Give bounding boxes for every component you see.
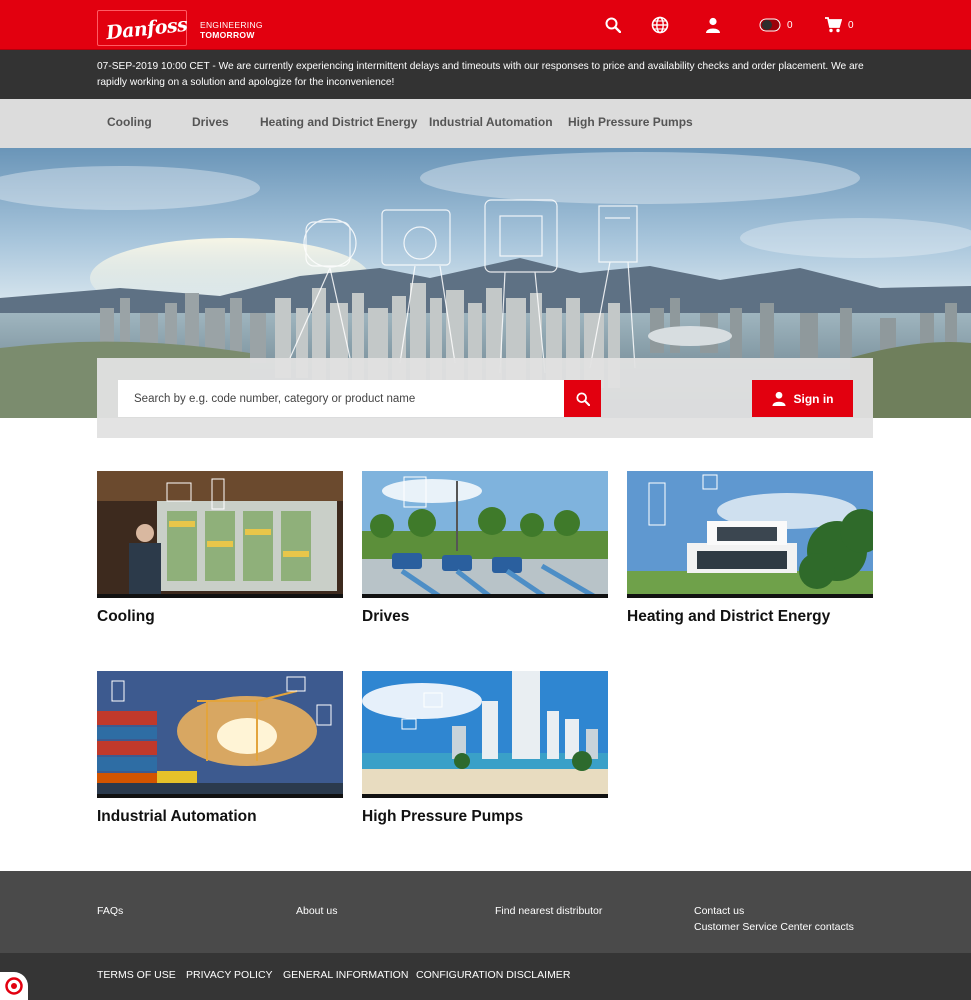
nav-item-high-pressure-pumps[interactable]: High Pressure Pumps (568, 115, 693, 129)
service-notice: 07-SEP-2019 10:00 CET - We are currently… (0, 50, 971, 99)
tagline-line1: ENGINEERING (200, 20, 263, 30)
search-icon (575, 391, 590, 406)
nav-item-drives[interactable]: Drives (192, 115, 229, 129)
search-panel: Sign in (97, 358, 873, 438)
search-icon[interactable] (605, 14, 621, 36)
compare-count: 0 (787, 19, 793, 31)
industrial-automation-image (97, 671, 343, 798)
heating-image (627, 471, 873, 598)
category-title-heating: Heating and District Energy (627, 608, 831, 625)
logo-wordmark: Danfoss (105, 13, 189, 45)
globe-icon[interactable] (651, 14, 669, 36)
nav-item-heating[interactable]: Heating and District Energy (260, 115, 417, 129)
category-card-industrial-automation[interactable]: Industrial Automation (97, 671, 343, 826)
search-button[interactable] (564, 380, 601, 417)
general-information-link[interactable]: GENERAL INFORMATION (283, 969, 408, 981)
faqs-link[interactable]: FAQs (97, 905, 123, 917)
sign-in-label: Sign in (793, 391, 834, 406)
category-nav: Cooling Drives Heating and District Ener… (0, 99, 971, 148)
nav-item-industrial-automation[interactable]: Industrial Automation (429, 115, 553, 129)
category-title-drives: Drives (362, 608, 410, 625)
chat-widget-icon (5, 977, 23, 995)
compare-toggle-icon[interactable]: 0 (759, 14, 793, 36)
footer-links: FAQs About us Find nearest distributor C… (0, 871, 971, 953)
category-title-industrial-automation: Industrial Automation (97, 808, 257, 825)
category-title-high-pressure-pumps: High Pressure Pumps (362, 808, 524, 825)
customer-service-link[interactable]: Customer Service Center contacts (694, 921, 854, 933)
drives-image (362, 471, 608, 598)
find-distributor-link[interactable]: Find nearest distributor (495, 905, 602, 917)
about-us-link[interactable]: About us (296, 905, 337, 917)
user-icon (771, 391, 786, 406)
terms-of-use-link[interactable]: TERMS OF USE (97, 969, 176, 981)
category-card-cooling[interactable]: Cooling (97, 471, 343, 626)
cart-count: 0 (848, 19, 854, 31)
notice-text: 07-SEP-2019 10:00 CET - We are currently… (97, 61, 864, 88)
nav-item-cooling[interactable]: Cooling (107, 115, 152, 129)
tagline: ENGINEERING TOMORROW (200, 20, 263, 40)
search-input[interactable] (118, 380, 564, 417)
danfoss-logo[interactable]: Danfoss (97, 10, 189, 46)
tagline-line2: TOMORROW (200, 30, 255, 40)
cart-icon[interactable]: 0 (825, 14, 854, 36)
sign-in-button[interactable]: Sign in (752, 380, 853, 417)
chat-widget-button[interactable] (0, 972, 28, 1000)
high-pressure-pumps-image (362, 671, 608, 798)
privacy-policy-link[interactable]: PRIVACY POLICY (186, 969, 273, 981)
footer-legal: TERMS OF USE PRIVACY POLICY GENERAL INFO… (0, 953, 971, 1000)
category-title-cooling: Cooling (97, 608, 155, 625)
category-card-high-pressure-pumps[interactable]: High Pressure Pumps (362, 671, 608, 826)
site-header: Danfoss ENGINEERING TOMORROW 0 0 (0, 0, 971, 50)
user-icon[interactable] (706, 14, 720, 36)
contact-us-link[interactable]: Contact us (694, 905, 744, 917)
category-card-drives[interactable]: Drives (362, 471, 608, 626)
cooling-image (97, 471, 343, 598)
category-card-heating[interactable]: Heating and District Energy (627, 471, 873, 626)
configuration-disclaimer-link[interactable]: CONFIGURATION DISCLAIMER (416, 969, 570, 981)
